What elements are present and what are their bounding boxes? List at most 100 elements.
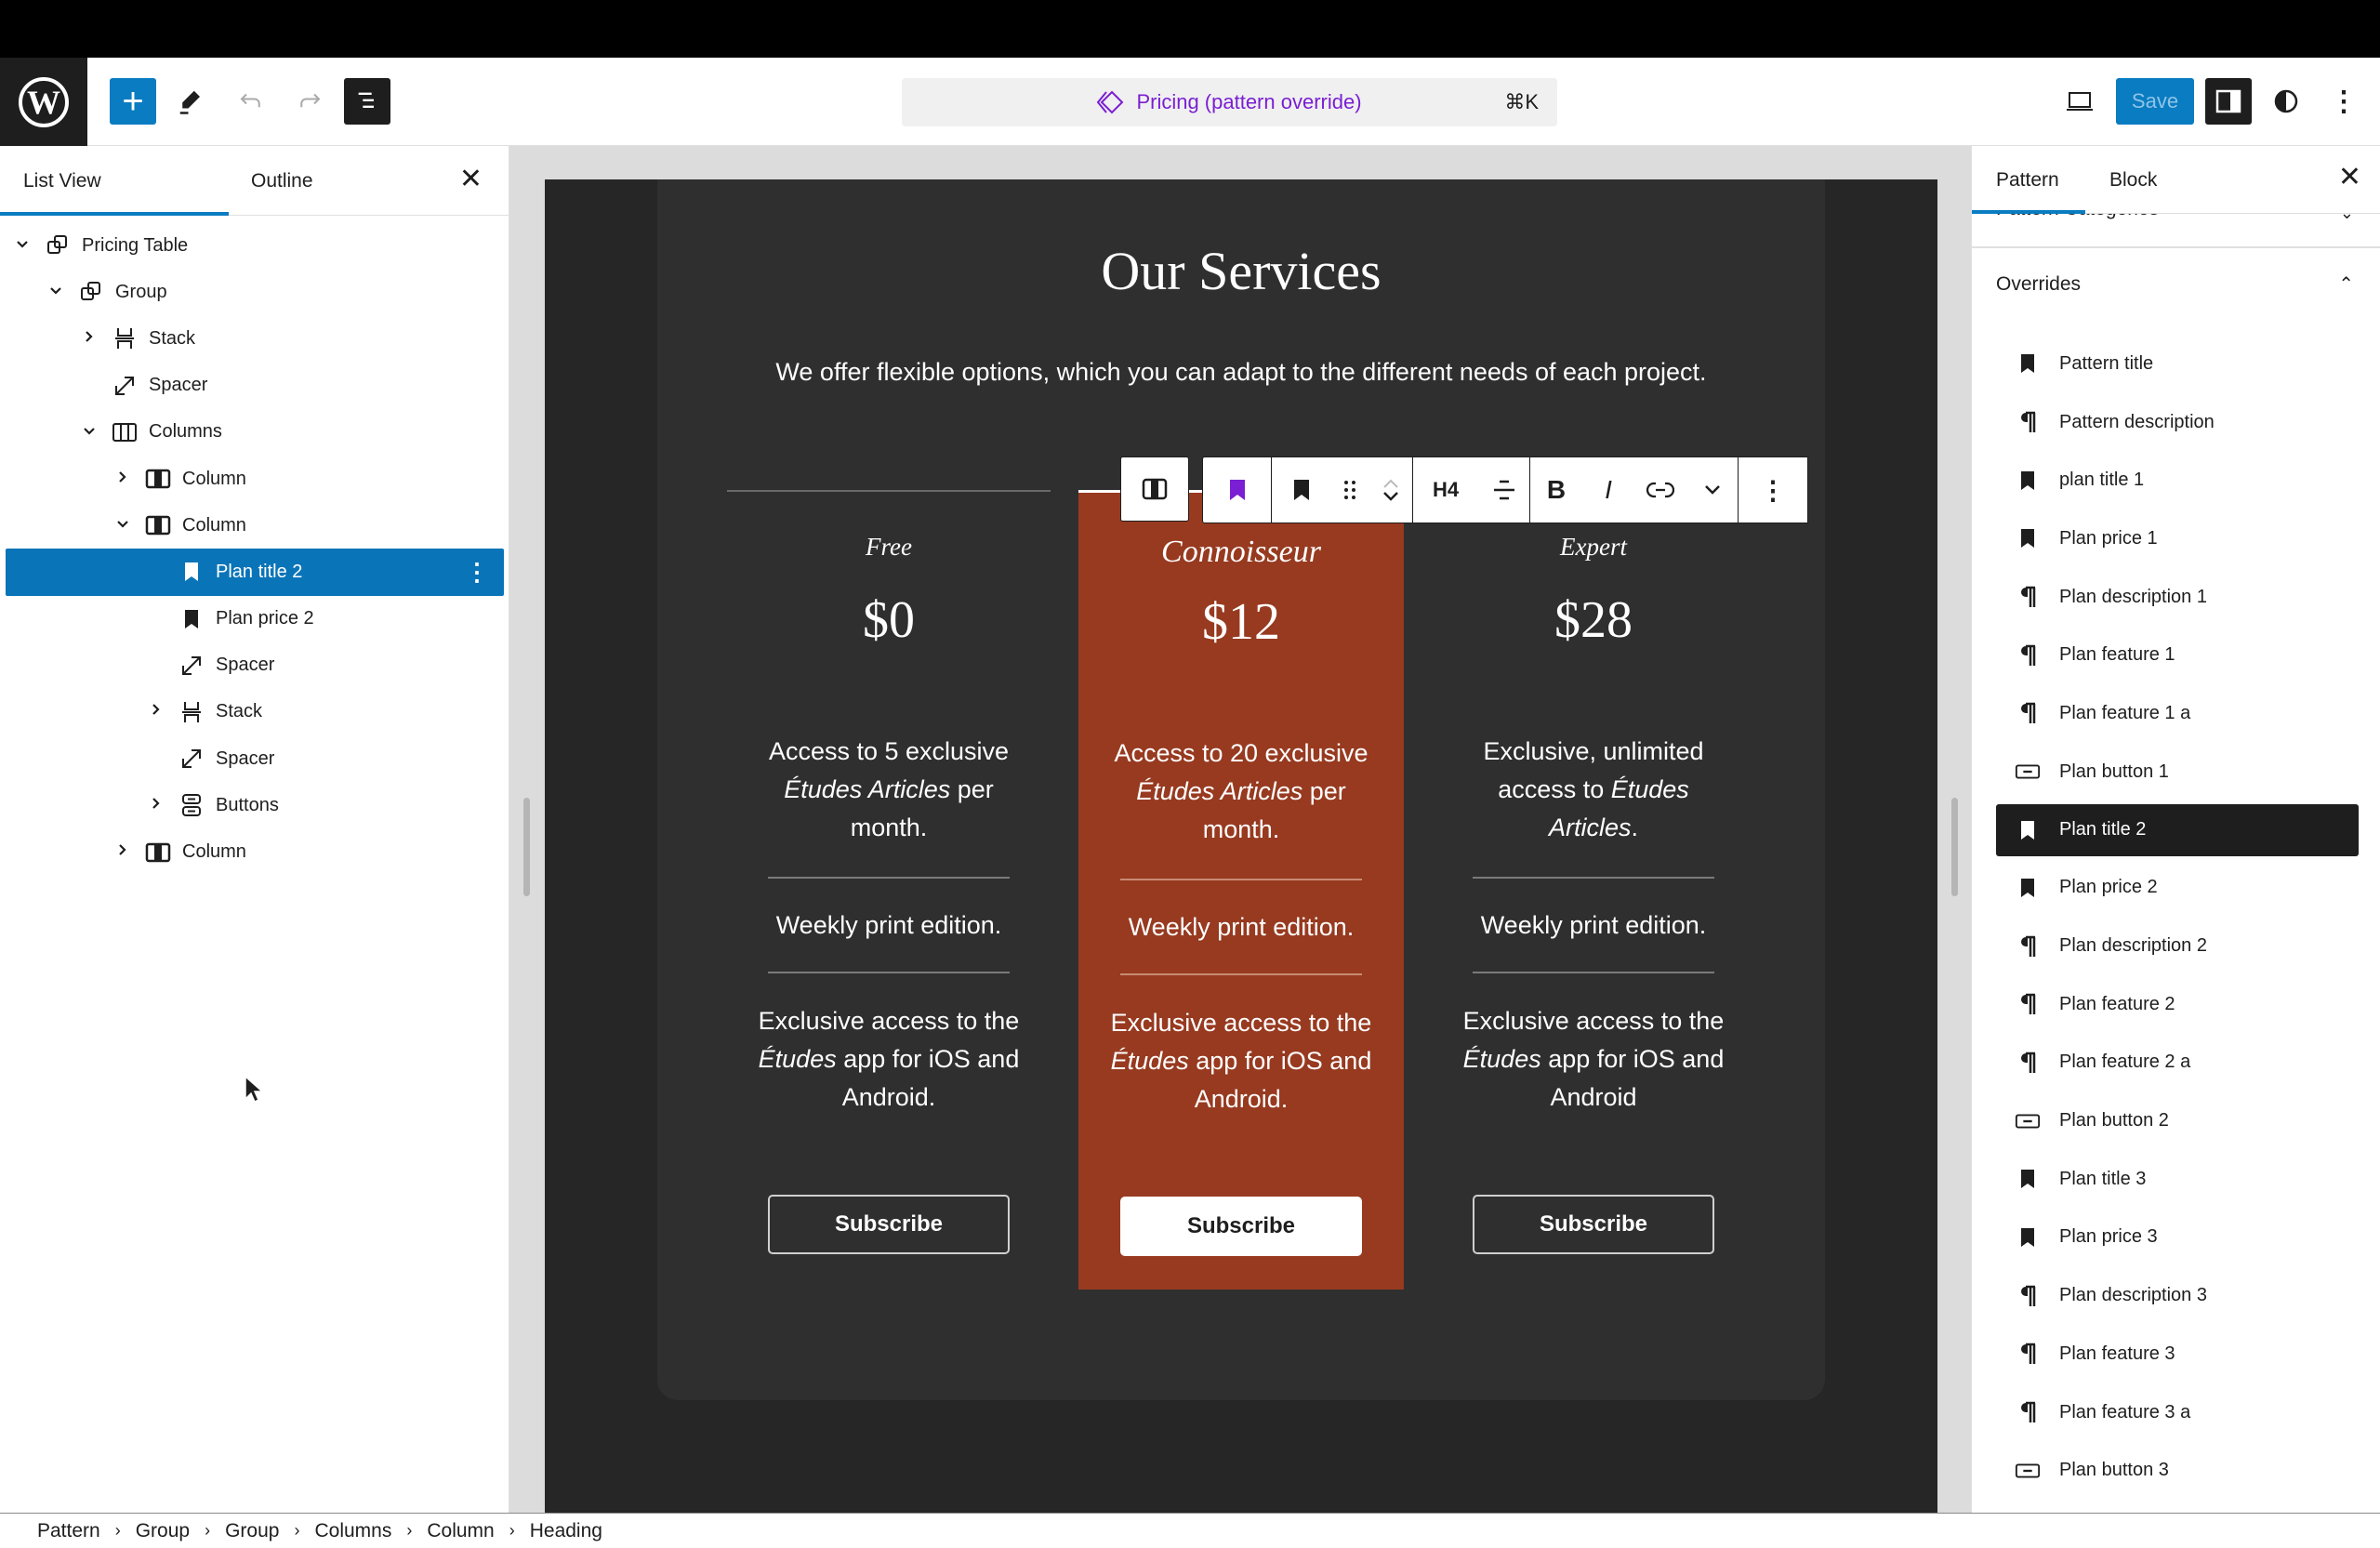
chevron-right-icon[interactable] — [80, 330, 99, 348]
subscribe-button[interactable]: Subscribe — [1120, 1197, 1362, 1256]
bold-button[interactable]: B — [1530, 457, 1582, 523]
canvas-resize-handle-right[interactable] — [1951, 798, 1958, 896]
breadcrumb-item[interactable]: Group — [225, 1520, 279, 1542]
close-list-view-button[interactable]: ✕ — [459, 163, 483, 195]
more-options-button[interactable]: ⋮ — [2320, 78, 2367, 125]
block-type-button[interactable] — [1272, 457, 1331, 523]
plan-price[interactable]: $0 — [727, 590, 1051, 650]
tree-item[interactable]: Spacer — [0, 735, 509, 782]
services-heading[interactable]: Our Services — [657, 240, 1825, 302]
chevron-down-icon[interactable] — [1382, 490, 1400, 503]
breadcrumb-item[interactable]: Heading — [530, 1520, 602, 1542]
override-item[interactable]: plan title 1 — [1996, 451, 2359, 509]
plan-feature[interactable]: Exclusive access to the Études app for i… — [755, 1002, 1023, 1117]
override-item[interactable]: Plan button 3 — [1996, 1441, 2359, 1500]
overrides-panel-title[interactable]: Overrides — [1996, 273, 2081, 296]
plan-title[interactable]: Free — [727, 533, 1051, 562]
chevron-down-icon[interactable] — [13, 237, 32, 254]
plan-price[interactable]: $12 — [1078, 592, 1404, 652]
block-inserter-button[interactable]: + — [110, 78, 156, 125]
plan-title[interactable]: Connoisseur — [1078, 535, 1404, 570]
pattern-override-button[interactable] — [1203, 457, 1272, 523]
override-item[interactable]: Plan feature 3 a — [1996, 1383, 2359, 1442]
select-parent-button[interactable] — [1121, 456, 1188, 522]
chevron-right-icon[interactable] — [113, 470, 132, 488]
tree-item[interactable]: Pricing Table — [0, 222, 509, 269]
block-options-button[interactable]: ⋮ — [1739, 457, 1807, 523]
tree-item[interactable]: Buttons — [0, 782, 509, 828]
wordpress-logo-button[interactable]: W — [0, 58, 87, 146]
tab-pattern[interactable]: Pattern — [1996, 146, 2059, 214]
tree-item[interactable]: Columns — [0, 409, 509, 456]
chevron-right-icon[interactable] — [147, 703, 165, 721]
chevron-down-icon[interactable] — [46, 284, 65, 300]
align-text-button[interactable] — [1478, 457, 1530, 523]
device-preview-button[interactable] — [2056, 78, 2103, 125]
plan-column[interactable]: Expert $28 Exclusive, unlimited access t… — [1432, 497, 1755, 1260]
breadcrumb-item[interactable]: Columns — [314, 1520, 391, 1542]
tree-item[interactable]: Column — [0, 502, 509, 549]
canvas-resize-handle-left[interactable] — [523, 798, 530, 896]
styles-button[interactable] — [2263, 78, 2309, 125]
chevron-up-icon[interactable] — [1382, 477, 1400, 490]
breadcrumb-item[interactable]: Column — [427, 1520, 494, 1542]
italic-button[interactable]: I — [1582, 457, 1634, 523]
plan-description[interactable]: Access to 20 exclusive Études Articles p… — [1106, 734, 1376, 849]
redo-button[interactable] — [286, 78, 333, 125]
override-item[interactable]: Plan feature 2 — [1996, 975, 2359, 1034]
plan-price[interactable]: $28 — [1432, 590, 1755, 650]
plan-feature[interactable]: Weekly print edition. — [1078, 908, 1404, 946]
override-item[interactable]: Plan price 2 — [1996, 859, 2359, 918]
tree-item[interactable]: Group — [0, 269, 509, 315]
plan-column[interactable]: Connoisseur $12 Access to 20 exclusive É… — [1078, 490, 1404, 1290]
chevron-right-icon[interactable] — [113, 843, 132, 861]
override-item[interactable]: Plan description 1 — [1996, 568, 2359, 627]
plan-description[interactable]: Access to 5 exclusive Études Articles pe… — [755, 733, 1023, 847]
subscribe-button[interactable]: Subscribe — [768, 1195, 1010, 1254]
tree-item[interactable]: Column — [0, 828, 509, 875]
plan-column[interactable]: Free $0 Access to 5 exclusive Études Art… — [727, 497, 1051, 1260]
override-item[interactable]: Plan button 1 — [1996, 743, 2359, 801]
plan-title[interactable]: Expert — [1432, 533, 1755, 562]
settings-toggle-button[interactable] — [2205, 78, 2252, 125]
breadcrumb-item[interactable]: Pattern — [37, 1520, 100, 1542]
override-item[interactable]: Plan price 3 — [1996, 1209, 2359, 1267]
plan-feature[interactable]: Exclusive access to the Études app for i… — [1106, 1004, 1376, 1118]
plan-feature[interactable]: Exclusive access to the Études app for i… — [1460, 1002, 1727, 1117]
subscribe-button[interactable]: Subscribe — [1473, 1195, 1714, 1254]
override-item[interactable]: Plan feature 1 — [1996, 626, 2359, 684]
override-item[interactable]: Plan price 1 — [1996, 509, 2359, 568]
plan-description[interactable]: Exclusive, unlimited access to Études Ar… — [1460, 733, 1727, 847]
command-palette-bar[interactable]: Pricing (pattern override) ⌘K — [902, 78, 1557, 126]
plan-feature[interactable]: Weekly print edition. — [727, 906, 1051, 945]
undo-button[interactable] — [228, 78, 274, 125]
override-item[interactable]: Plan description 2 — [1996, 917, 2359, 975]
override-item[interactable]: Pattern title — [1996, 335, 2359, 393]
tree-item[interactable]: Column — [0, 456, 509, 502]
heading-level-button[interactable]: H4 — [1413, 457, 1478, 523]
override-item[interactable]: Plan title 2 — [1996, 803, 2359, 856]
tab-list-view[interactable]: List View — [23, 146, 101, 216]
tree-item[interactable]: Stack — [0, 689, 509, 735]
override-item[interactable]: Plan title 3 — [1996, 1150, 2359, 1209]
more-rich-text-button[interactable] — [1686, 457, 1739, 523]
chevron-up-icon[interactable]: ⌃ — [2338, 272, 2354, 296]
breadcrumb-item[interactable]: Group — [136, 1520, 190, 1542]
chevron-down-icon[interactable] — [80, 424, 99, 441]
override-item[interactable]: Plan feature 2 a — [1996, 1034, 2359, 1092]
tree-item[interactable]: Plan title 2 ⋮ — [6, 549, 504, 596]
tree-item[interactable]: Spacer — [0, 642, 509, 689]
services-description[interactable]: We offer flexible options, which you can… — [657, 358, 1825, 387]
drag-handle[interactable] — [1331, 457, 1368, 523]
chevron-right-icon[interactable] — [147, 797, 165, 814]
tree-item[interactable]: Spacer — [0, 363, 509, 409]
tree-item[interactable]: Stack — [0, 315, 509, 362]
close-sidebar-button[interactable]: ✕ — [2338, 161, 2361, 193]
tab-block[interactable]: Block — [2109, 146, 2157, 214]
override-item[interactable]: Plan button 2 — [1996, 1092, 2359, 1150]
link-button[interactable] — [1634, 457, 1686, 523]
tree-item[interactable]: Plan price 2 — [0, 596, 509, 642]
plan-feature[interactable]: Weekly print edition. — [1432, 906, 1755, 945]
override-item[interactable]: Plan feature 3 — [1996, 1325, 2359, 1383]
override-item[interactable]: Plan feature 1 a — [1996, 684, 2359, 743]
